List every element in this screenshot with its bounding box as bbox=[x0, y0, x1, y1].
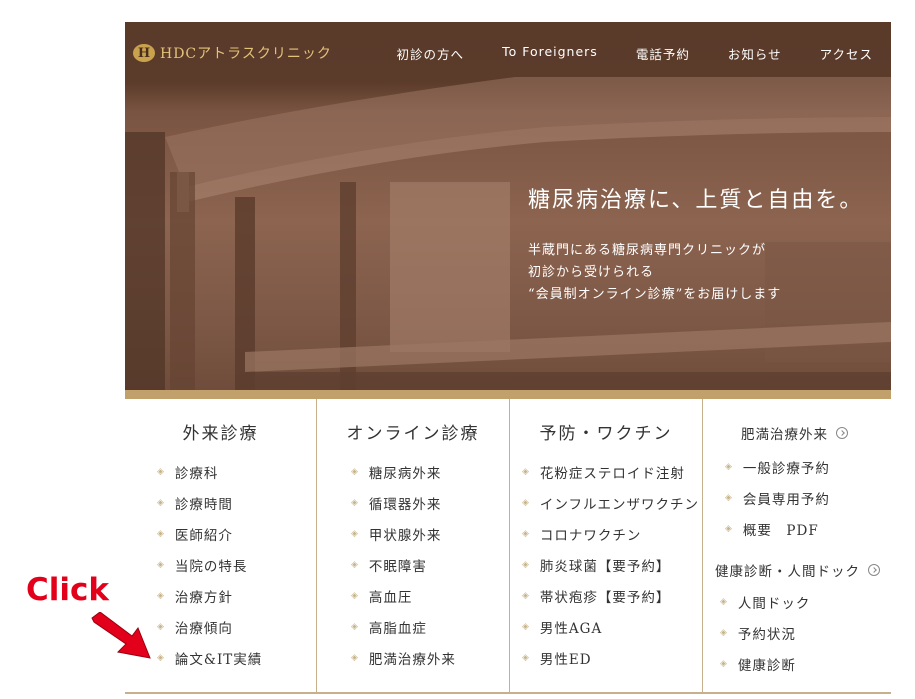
nav-foreigners[interactable]: To Foreigners bbox=[502, 44, 598, 63]
menu-item-doctors[interactable]: ◈ 医師紹介 bbox=[157, 518, 316, 549]
bullet-icon: ◈ bbox=[351, 466, 359, 477]
obesity-clinic-link[interactable]: 肥満治療外来 bbox=[703, 423, 891, 443]
top-nav: H HDCアトラスクリニック 初診の方へ To Foreigners 電話予約 … bbox=[125, 22, 891, 84]
hero-line: 半蔵門にある糖尿病専門クリニックが bbox=[528, 243, 767, 258]
menu-item-overview-pdf[interactable]: ◈ 概要 PDF bbox=[725, 513, 891, 544]
site-logo[interactable]: H HDCアトラスクリニック bbox=[133, 42, 332, 64]
menu-item-health-checkup[interactable]: ◈ 健康診断 bbox=[720, 648, 891, 679]
bullet-icon: ◈ bbox=[522, 466, 530, 477]
menu-column-prevention: 予防・ワクチン ◈ 花粉症ステロイド注射 ◈ インフルエンザワクチン ◈ コロナワクチ… bbox=[510, 399, 703, 692]
column-title: 外来診療 bbox=[182, 424, 259, 444]
bullet-icon: ◈ bbox=[720, 596, 728, 607]
bullet-icon: ◈ bbox=[351, 497, 359, 508]
column-title: 予防・ワクチン bbox=[539, 424, 673, 444]
menu-item-covid[interactable]: ◈ コロナワクチン bbox=[522, 518, 702, 549]
circle-arrow-right-icon bbox=[836, 427, 848, 439]
red-arrow-icon bbox=[91, 612, 151, 659]
bullet-icon: ◈ bbox=[720, 658, 728, 669]
bullet-icon: ◈ bbox=[351, 621, 359, 632]
menu-item-hyperlipidemia[interactable]: ◈ 高脂血症 bbox=[351, 611, 509, 642]
menu-item-obesity[interactable]: ◈ 肥満治療外来 bbox=[351, 642, 509, 673]
menu-item-thyroid[interactable]: ◈ 甲状腺外来 bbox=[351, 518, 509, 549]
menu-item-aga[interactable]: ◈ 男性AGA bbox=[522, 611, 702, 642]
menu-list: ◈ 花粉症ステロイド注射 ◈ インフルエンザワクチン ◈ コロナワクチン ◈ 肺炎球菌【… bbox=[510, 456, 702, 673]
menu-item-hours[interactable]: ◈ 診療時間 bbox=[157, 487, 316, 518]
click-annotation-label: Click bbox=[26, 572, 109, 608]
nav-first-visit[interactable]: 初診の方へ bbox=[397, 44, 465, 63]
menu-column-obesity-checkup: 肥満治療外来 ◈ 一般診療予約 ◈ 会員専用予約 ◈ 概要 PDF 健康診断・人間ドッ… bbox=[703, 399, 891, 692]
checkup-title: 健康診断・人間ドック bbox=[715, 564, 860, 580]
bullet-icon: ◈ bbox=[725, 461, 733, 472]
bullet-icon: ◈ bbox=[157, 621, 165, 632]
menu-item-booking-status[interactable]: ◈ 予約状況 bbox=[720, 617, 891, 648]
bullet-icon: ◈ bbox=[157, 652, 165, 663]
hero-gold-bar bbox=[125, 390, 891, 399]
bullet-icon: ◈ bbox=[522, 652, 530, 663]
menu-list: ◈ 糖尿病外来 ◈ 循環器外来 ◈ 甲状腺外来 ◈ 不眠障害 ◈ 高血圧 ◈ 高脂血症 ◈ 肥… bbox=[317, 456, 509, 673]
bullet-icon: ◈ bbox=[522, 497, 530, 508]
obesity-clinic-title: 肥満治療外来 bbox=[741, 427, 828, 443]
menu-item-hypertension[interactable]: ◈ 高血圧 bbox=[351, 580, 509, 611]
nav-phone-reservation[interactable]: 電話予約 bbox=[636, 44, 690, 63]
menu-list: ◈ 一般診療予約 ◈ 会員専用予約 ◈ 概要 PDF bbox=[703, 451, 891, 544]
menu-item-member-reservation[interactable]: ◈ 会員専用予約 bbox=[725, 482, 891, 513]
nav-access[interactable]: アクセス bbox=[820, 44, 873, 63]
hero-banner: H HDCアトラスクリニック 初診の方へ To Foreigners 電話予約 … bbox=[125, 22, 891, 390]
column-title: オンライン診療 bbox=[346, 424, 480, 444]
menu-item-shingles[interactable]: ◈ 帯状疱疹【要予約】 bbox=[522, 580, 702, 611]
menu-item-influenza[interactable]: ◈ インフルエンザワクチン bbox=[522, 487, 702, 518]
hero-line: “会員制オンライン診療”をお届けします bbox=[528, 287, 782, 302]
bullet-icon: ◈ bbox=[522, 528, 530, 539]
menu-item-trends[interactable]: ◈ 治療傾向 bbox=[157, 611, 316, 642]
bullet-icon: ◈ bbox=[157, 528, 165, 539]
hero-copy: 糖尿病治療に、上質と自由を。 半蔵門にある糖尿病専門クリニックが 初診から受けら… bbox=[528, 182, 863, 306]
bullet-icon: ◈ bbox=[720, 627, 728, 638]
bullet-icon: ◈ bbox=[522, 590, 530, 601]
nav-menu: 初診の方へ To Foreigners 電話予約 お知らせ アクセス bbox=[359, 44, 873, 63]
service-menu: 外来診療 ◈ 診療科 ◈ 診療時間 ◈ 医師紹介 ◈ 当院の特長 ◈ 治療方針 ◈ 治療傾向… bbox=[125, 399, 891, 692]
menu-item-papers-it[interactable]: ◈ 論文&IT実績 bbox=[157, 642, 316, 673]
menu-list: ◈ 人間ドック ◈ 予約状況 ◈ 健康診断 bbox=[703, 586, 891, 679]
menu-item-policy[interactable]: ◈ 治療方針 bbox=[157, 580, 316, 611]
menu-item-pneumococcal[interactable]: ◈ 肺炎球菌【要予約】 bbox=[522, 549, 702, 580]
menu-item-human-dock[interactable]: ◈ 人間ドック bbox=[720, 586, 891, 617]
menu-item-pollen-steroid[interactable]: ◈ 花粉症ステロイド注射 bbox=[522, 456, 702, 487]
hero-title: 糖尿病治療に、上質と自由を。 bbox=[528, 188, 864, 213]
bullet-icon: ◈ bbox=[351, 559, 359, 570]
bullet-icon: ◈ bbox=[351, 528, 359, 539]
bottom-divider bbox=[125, 692, 891, 694]
circle-arrow-right-icon bbox=[868, 564, 880, 576]
bullet-icon: ◈ bbox=[351, 652, 359, 663]
menu-item-cardio[interactable]: ◈ 循環器外来 bbox=[351, 487, 509, 518]
menu-item-diabetes[interactable]: ◈ 糖尿病外来 bbox=[351, 456, 509, 487]
menu-item-general-reservation[interactable]: ◈ 一般診療予約 bbox=[725, 451, 891, 482]
nav-news[interactable]: お知らせ bbox=[728, 44, 782, 63]
menu-item-features[interactable]: ◈ 当院の特長 bbox=[157, 549, 316, 580]
menu-item-ed[interactable]: ◈ 男性ED bbox=[522, 642, 702, 673]
bullet-icon: ◈ bbox=[157, 559, 165, 570]
menu-item-departments[interactable]: ◈ 診療科 bbox=[157, 456, 316, 487]
bullet-icon: ◈ bbox=[157, 590, 165, 601]
bullet-icon: ◈ bbox=[351, 590, 359, 601]
logo-emblem-icon: H bbox=[133, 44, 155, 62]
bullet-icon: ◈ bbox=[157, 497, 165, 508]
logo-text: HDCアトラスクリニック bbox=[160, 46, 332, 62]
bullet-icon: ◈ bbox=[522, 559, 530, 570]
bullet-icon: ◈ bbox=[522, 621, 530, 632]
hero-line: 初診から受けられる bbox=[528, 265, 655, 280]
checkup-link[interactable]: 健康診断・人間ドック bbox=[703, 560, 891, 580]
bullet-icon: ◈ bbox=[725, 492, 733, 503]
bullet-icon: ◈ bbox=[725, 523, 733, 534]
site-container: H HDCアトラスクリニック 初診の方へ To Foreigners 電話予約 … bbox=[125, 22, 891, 694]
bullet-icon: ◈ bbox=[157, 466, 165, 477]
menu-column-online: オンライン診療 ◈ 糖尿病外来 ◈ 循環器外来 ◈ 甲状腺外来 ◈ 不眠障害 ◈ 高血圧 … bbox=[317, 399, 510, 692]
menu-item-insomnia[interactable]: ◈ 不眠障害 bbox=[351, 549, 509, 580]
